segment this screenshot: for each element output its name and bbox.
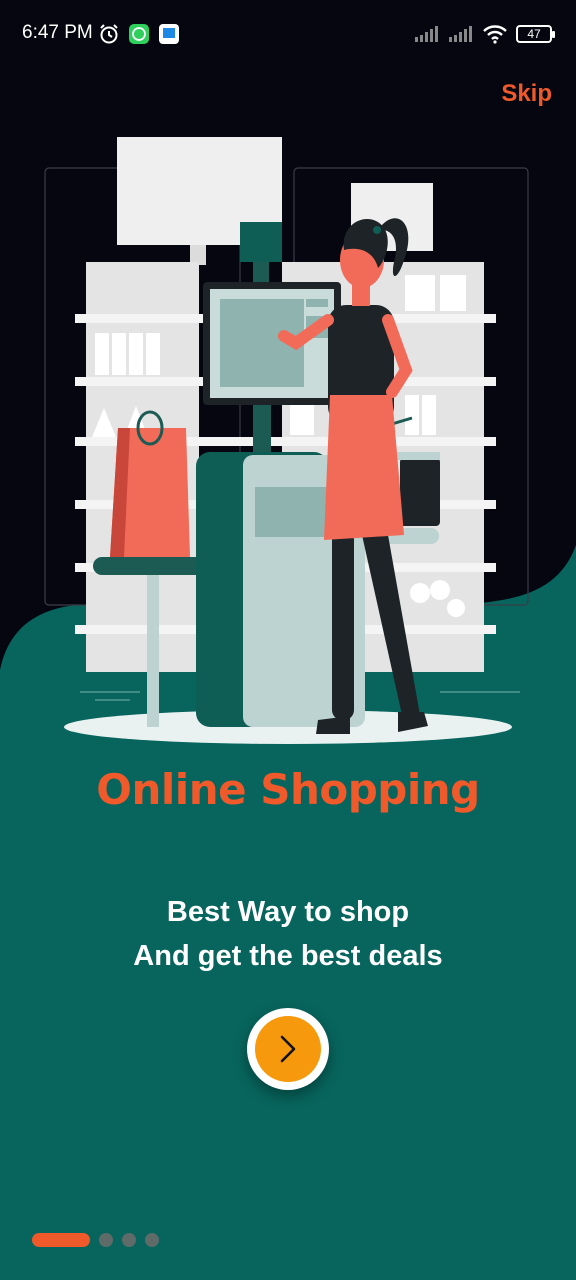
status-time: 6:47 PM [22,22,93,43]
battery-icon: 47 [516,25,555,43]
whatsapp-icon [129,24,149,44]
page-dot[interactable] [145,1233,159,1247]
shopping-illustration [44,137,529,744]
page-dot-active[interactable] [32,1233,90,1247]
next-button[interactable] [247,1008,329,1090]
onboarding-subtitle: Best Way to shop And get the best deals [0,890,576,978]
signal-icon [449,26,472,42]
skip-button[interactable]: Skip [501,80,552,108]
chevron-right-icon [280,1035,296,1063]
onboarding-title: Online Shopping [96,765,480,814]
app-notification-icon [159,24,179,44]
page-indicator [32,1233,159,1247]
subtitle-line-2: And get the best deals [133,940,443,972]
subtitle-line-1: Best Way to shop [166,896,410,928]
page-dot[interactable] [122,1233,136,1247]
next-button-fill [255,1016,321,1082]
alarm-icon [100,24,118,44]
page-dot[interactable] [99,1233,113,1247]
status-bar: 6:47 PM 47 [0,0,576,68]
battery-level: 47 [527,27,541,41]
wifi-icon [483,25,507,44]
signal-icon [415,26,438,42]
